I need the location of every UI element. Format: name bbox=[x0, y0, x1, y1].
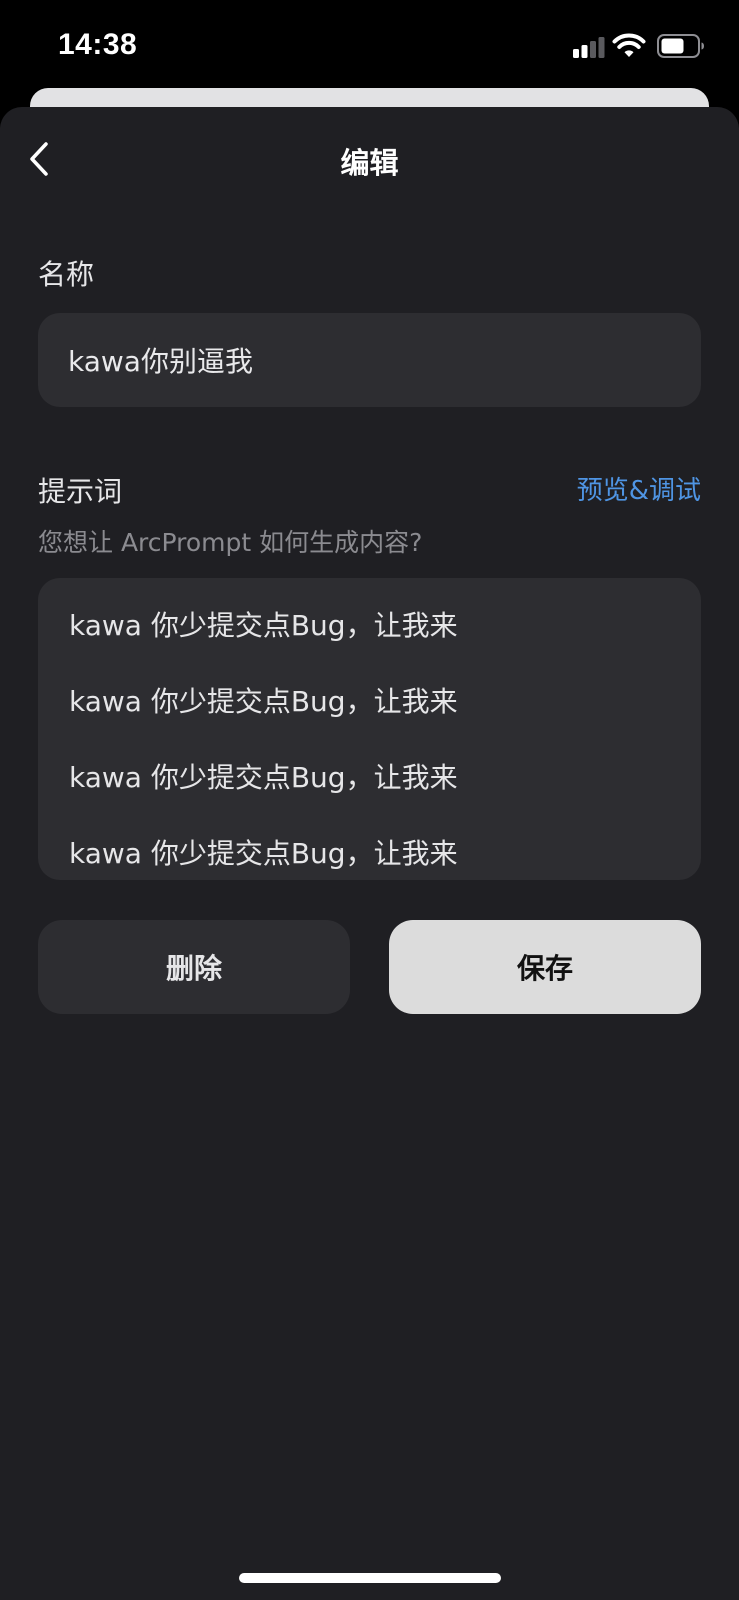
name-label: 名称 bbox=[38, 258, 95, 291]
prompt-line: kawa 你少提交点Bug，让我来 bbox=[69, 761, 458, 794]
prompt-hint: 您想让 ArcPrompt 如何生成内容? bbox=[38, 528, 423, 557]
name-input[interactable]: kawa你别逼我 bbox=[38, 313, 701, 407]
cellular-signal-icon bbox=[573, 37, 605, 58]
home-indicator[interactable] bbox=[239, 1573, 501, 1583]
save-button[interactable]: 保存 bbox=[389, 920, 701, 1014]
prompt-line: kawa 你少提交点Bug，让我来 bbox=[69, 837, 458, 870]
prompt-line: kawa 你少提交点Bug，让我来 bbox=[69, 609, 458, 642]
page-title: 编辑 bbox=[340, 146, 399, 180]
preview-debug-link[interactable]: 预览&调试 bbox=[577, 470, 701, 507]
wifi-icon bbox=[612, 33, 646, 57]
status-bar: 14:38 bbox=[0, 0, 739, 90]
battery-icon bbox=[657, 34, 704, 58]
delete-button[interactable]: 删除 bbox=[38, 920, 350, 1014]
status-time: 14:38 bbox=[58, 28, 138, 61]
prompt-label: 提示词 bbox=[38, 475, 123, 508]
prompt-textarea[interactable]: kawa 你少提交点Bug，让我来 kawa 你少提交点Bug，让我来 kawa… bbox=[38, 578, 701, 880]
prompt-line: kawa 你少提交点Bug，让我来 bbox=[69, 685, 458, 718]
name-input-value: kawa你别逼我 bbox=[68, 345, 253, 378]
